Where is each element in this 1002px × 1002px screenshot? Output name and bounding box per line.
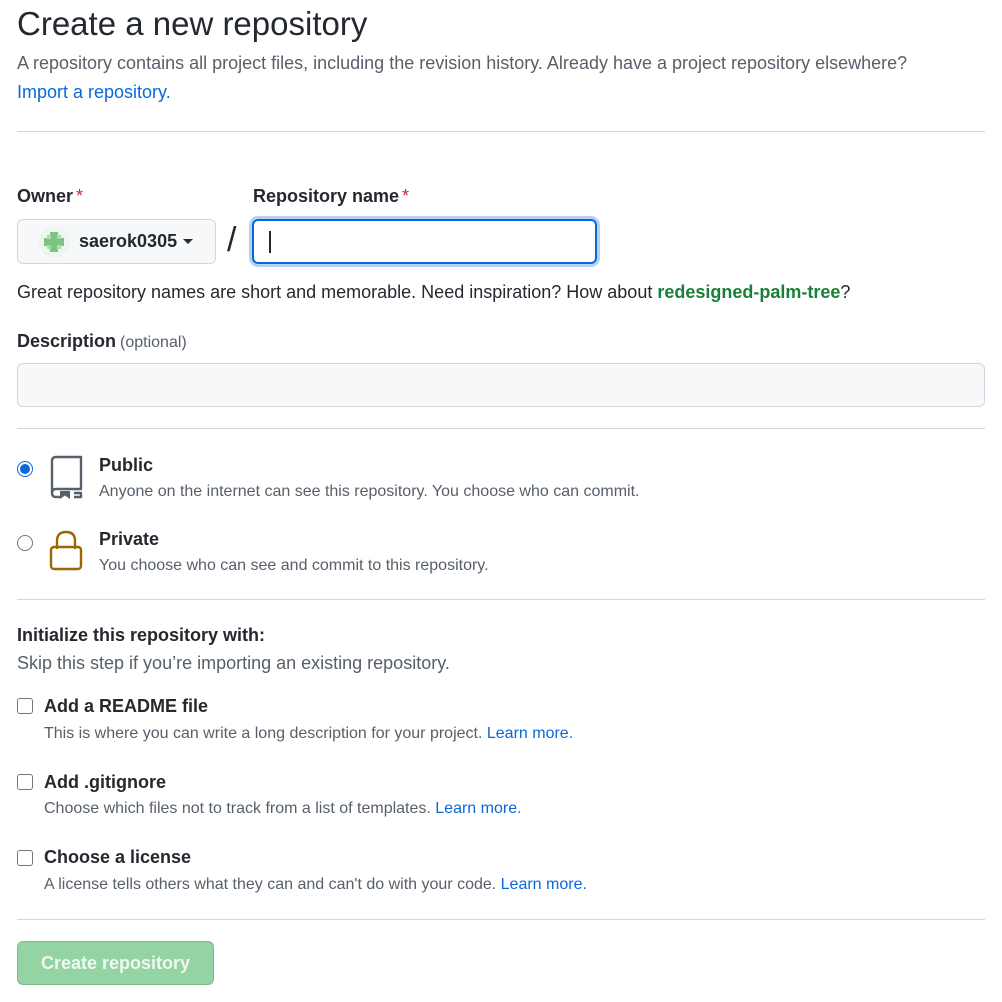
readme-checkbox[interactable]: [17, 698, 33, 714]
lock-icon-graphic: [49, 530, 83, 571]
repo-name-label-text: Repository name: [253, 186, 400, 206]
license-description-text: A license tells others what they can and…: [44, 876, 497, 893]
gitignore-checkbox[interactable]: [17, 774, 33, 790]
hint-text: Great repository names are short and mem…: [17, 282, 658, 302]
public-radio[interactable]: [17, 461, 33, 477]
owner-name: saerok0305: [79, 231, 178, 251]
lock-icon: [48, 530, 84, 577]
divider: [17, 919, 985, 920]
hint-suffix: ?: [840, 282, 851, 302]
description-input[interactable]: [17, 363, 985, 407]
page-title: Create a new repository: [17, 5, 368, 42]
identicon-avatar: [39, 226, 69, 257]
optional-tag: (optional): [120, 334, 187, 351]
readme-learn-more-link[interactable]: Learn more.: [487, 725, 573, 742]
private-title: Private: [99, 529, 160, 549]
repo-name-hint: Great repository names are short and mem…: [17, 282, 850, 303]
description-label: Description (optional): [17, 331, 187, 352]
divider: [17, 131, 985, 132]
private-description: You choose who can see and commit to thi…: [99, 557, 489, 574]
license-checkbox[interactable]: [17, 850, 33, 866]
page-description: A repository contains all project files,…: [17, 53, 908, 73]
owner-label-text: Owner: [17, 186, 74, 206]
divider: [17, 599, 985, 600]
description-label-text: Description: [17, 331, 117, 351]
gitignore-description-text: Choose which files not to track from a l…: [44, 800, 431, 817]
repository-name-input[interactable]: [252, 219, 597, 264]
required-mark: *: [402, 186, 410, 206]
gitignore-title: Add .gitignore: [44, 772, 166, 792]
repo-name-label: Repository name *: [253, 186, 409, 207]
public-title: Public: [99, 455, 154, 475]
owner-repo-separator: /: [227, 221, 237, 259]
gitignore-description: Choose which files not to track from a l…: [44, 800, 522, 818]
readme-description: This is where you can write a long descr…: [44, 725, 573, 743]
identicon-avatar-graphic: [39, 226, 69, 257]
license-title: Choose a license: [44, 847, 192, 867]
repo-icon: [48, 455, 84, 504]
initialize-title: Initialize this repository with:: [17, 625, 266, 645]
text-cursor: [269, 231, 271, 253]
initialize-subtitle: Skip this step if you’re importing an ex…: [17, 653, 450, 673]
repo-icon-graphic: [50, 455, 83, 499]
private-radio[interactable]: [17, 535, 33, 551]
divider: [17, 428, 985, 429]
caret-down-icon: [183, 239, 194, 244]
import-repository-link[interactable]: Import a repository.: [17, 82, 171, 103]
license-description: A license tells others what they can and…: [44, 876, 587, 894]
create-repository-button[interactable]: Create repository: [17, 941, 214, 985]
owner-label: Owner *: [17, 186, 83, 207]
gitignore-learn-more-link[interactable]: Learn more.: [435, 800, 521, 817]
license-learn-more-link[interactable]: Learn more.: [501, 876, 587, 893]
public-description: Anyone on the internet can see this repo…: [99, 483, 640, 500]
required-mark: *: [76, 186, 84, 206]
owner-dropdown-button[interactable]: saerok0305: [17, 219, 216, 264]
readme-title: Add a README file: [44, 696, 209, 716]
suggested-name[interactable]: redesigned-palm-tree: [657, 282, 840, 302]
readme-description-text: This is where you can write a long descr…: [44, 725, 483, 742]
